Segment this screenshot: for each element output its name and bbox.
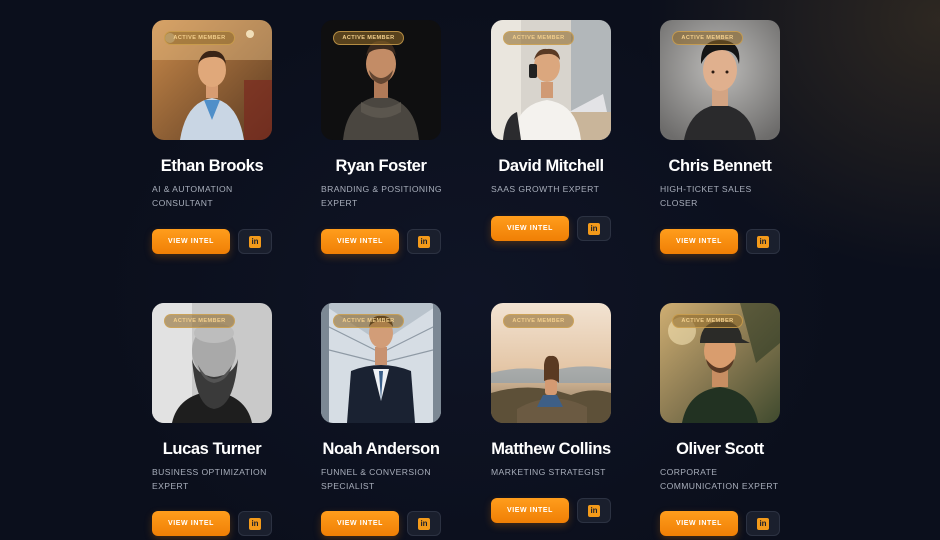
member-photo: ACTIVE MEMBER xyxy=(152,20,272,140)
view-intel-button[interactable]: VIEW INTEL xyxy=(660,511,738,536)
linkedin-button[interactable]: in xyxy=(238,229,272,254)
view-intel-button[interactable]: VIEW INTEL xyxy=(660,229,738,254)
active-member-badge: ACTIVE MEMBER xyxy=(672,31,743,45)
linkedin-button[interactable]: in xyxy=(746,229,780,254)
member-role: HIGH-TICKET SALES CLOSER xyxy=(660,184,752,208)
linkedin-button[interactable]: in xyxy=(746,511,780,536)
member-name: Ethan Brooks xyxy=(160,157,264,175)
member-photo: ACTIVE MEMBER xyxy=(660,20,780,140)
member-photo: ACTIVE MEMBER xyxy=(152,303,272,423)
member-photo: ACTIVE MEMBER xyxy=(491,303,611,423)
linkedin-icon: in xyxy=(588,504,600,517)
view-intel-button[interactable]: VIEW INTEL xyxy=(491,498,569,523)
linkedin-icon: in xyxy=(757,517,769,530)
linkedin-icon: in xyxy=(588,222,600,235)
view-intel-button[interactable]: VIEW INTEL xyxy=(152,229,230,254)
member-name: Oliver Scott xyxy=(676,440,764,458)
linkedin-button[interactable]: in xyxy=(577,498,611,523)
member-photo: ACTIVE MEMBER xyxy=(491,20,611,140)
active-member-badge: ACTIVE MEMBER xyxy=(164,314,235,328)
view-intel-button[interactable]: VIEW INTEL xyxy=(321,229,399,254)
member-photo: ACTIVE MEMBER xyxy=(321,20,441,140)
member-name: Matthew Collins xyxy=(491,440,611,458)
member-photo: ACTIVE MEMBER xyxy=(660,303,780,423)
active-member-badge: ACTIVE MEMBER xyxy=(503,31,574,45)
linkedin-icon: in xyxy=(418,235,430,248)
linkedin-button[interactable]: in xyxy=(238,511,272,536)
member-name: Noah Anderson xyxy=(322,440,440,458)
member-role: FUNNEL & CONVERSION SPECIALIST xyxy=(321,467,431,491)
view-intel-button[interactable]: VIEW INTEL xyxy=(321,511,399,536)
member-role: CORPORATE COMMUNICATION EXPERT xyxy=(660,467,779,491)
view-intel-button[interactable]: VIEW INTEL xyxy=(152,511,230,536)
linkedin-icon: in xyxy=(418,517,430,530)
active-member-badge: ACTIVE MEMBER xyxy=(672,314,743,328)
member-role: AI & AUTOMATION CONSULTANT xyxy=(152,184,233,208)
linkedin-icon: in xyxy=(757,235,769,248)
member-role: BRANDING & POSITIONING EXPERT xyxy=(321,184,443,208)
linkedin-button[interactable]: in xyxy=(407,229,441,254)
active-member-badge: ACTIVE MEMBER xyxy=(503,314,574,328)
linkedin-icon: in xyxy=(249,235,261,248)
view-intel-button[interactable]: VIEW INTEL xyxy=(491,216,569,241)
linkedin-button[interactable]: in xyxy=(407,511,441,536)
member-name: Lucas Turner xyxy=(162,440,262,458)
linkedin-icon: in xyxy=(249,517,261,530)
member-role: MARKETING STRATEGIST xyxy=(491,467,606,477)
member-name: Ryan Foster xyxy=(335,157,427,175)
member-name: David Mitchell xyxy=(498,157,604,175)
active-member-badge: ACTIVE MEMBER xyxy=(333,31,404,45)
linkedin-button[interactable]: in xyxy=(577,216,611,241)
active-member-badge: ACTIVE MEMBER xyxy=(164,31,235,45)
active-member-badge: ACTIVE MEMBER xyxy=(333,314,404,328)
member-photo: ACTIVE MEMBER xyxy=(321,303,441,423)
member-role: BUSINESS OPTIMIZATION EXPERT xyxy=(152,467,267,491)
member-role: SAAS GROWTH EXPERT xyxy=(491,184,600,194)
member-name: Chris Bennett xyxy=(668,157,772,175)
